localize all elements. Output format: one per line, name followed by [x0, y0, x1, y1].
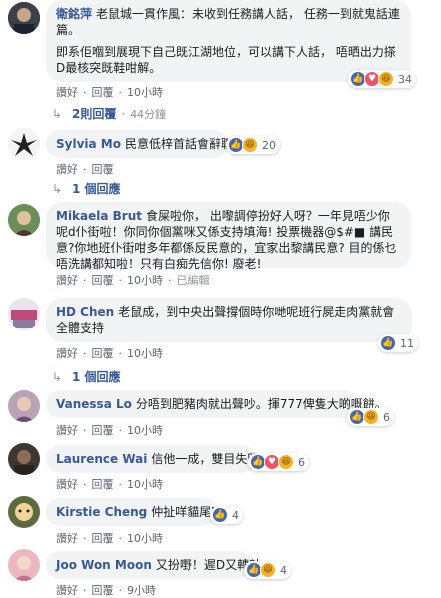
avatar[interactable]: [8, 204, 40, 236]
comment-bubble: HD Chen 老鼠成，到中央出聲撐個時你哋呢班行屍走肉黨就會全體支持: [46, 298, 412, 342]
comment-text: 信他一成，雙目失明: [151, 452, 260, 466]
avatar[interactable]: [8, 298, 40, 330]
commenter-name[interactable]: Sylvia Mo: [56, 137, 121, 151]
reaction-summary[interactable]: 👍 😆 4: [244, 561, 291, 579]
like-reaction-icon: 👍: [212, 507, 228, 523]
view-replies-link[interactable]: ↳ 1 個回應: [52, 180, 121, 197]
avatar[interactable]: [8, 443, 40, 475]
reaction-summary[interactable]: 👍 ♥ 😆 34: [348, 70, 416, 88]
comment-bubble: Joo Won Moon 又扮嘢！遲D又轉軚: [46, 551, 261, 579]
timestamp[interactable]: 10小時: [127, 345, 163, 361]
reply-link[interactable]: 回覆: [92, 161, 114, 177]
haha-reaction-icon: 😆: [378, 71, 394, 87]
like-link[interactable]: 讚好: [56, 272, 78, 288]
reply-link[interactable]: 回覆: [92, 530, 114, 546]
like-link[interactable]: 讚好: [56, 84, 78, 100]
comment-bubble: Mikaela Brut 食屎啦你， 出嚟調停扮好人呀？一年見唔少你呢d仆街啦！你…: [46, 202, 411, 271]
commenter-name[interactable]: Mikaela Brut: [56, 209, 142, 223]
avatar[interactable]: [8, 496, 40, 528]
edited-label: 已編輯: [176, 274, 210, 287]
reply-arrow-icon: ↳: [52, 370, 63, 384]
reaction-summary[interactable]: 👍 11: [378, 334, 418, 352]
timestamp[interactable]: 10小時: [127, 272, 163, 288]
commenter-name[interactable]: Vanessa Lo: [56, 397, 132, 411]
commenter-name[interactable]: HD Chen: [56, 305, 114, 319]
reaction-count: 6: [298, 455, 305, 469]
comment-bubble: Sylvia Mo 民意低梓首話會辭職: [46, 130, 233, 158]
comment-text: 分唔到肥豬肉就出聲吵。揮777俾隻大啲嘅餅。: [135, 397, 387, 411]
reply-link[interactable]: 回覆: [92, 272, 114, 288]
reply-link[interactable]: 回覆: [92, 422, 114, 438]
reply-link[interactable]: 回覆: [92, 345, 114, 361]
comment-text: 老鼠城一貫作風：未收到任務講人話， 任務一到就鬼話連篇。: [56, 7, 400, 37]
replies-count: 1 個回應: [72, 182, 121, 196]
reply-link[interactable]: 回覆: [92, 582, 114, 598]
comment-actions: 讚好 · 回覆: [56, 161, 114, 177]
avatar[interactable]: [8, 390, 40, 422]
timestamp[interactable]: 10小時: [127, 84, 163, 100]
comment-bubble: Kirstie Cheng 仲扯咩貓尾吖: [46, 498, 223, 526]
reaction-summary[interactable]: 👍 4: [210, 506, 243, 524]
reaction-count: 6: [383, 410, 390, 424]
comment-actions: 讚好 · 回覆 · 10小時: [56, 476, 163, 492]
reaction-summary[interactable]: 👍 ♥ 😆 6: [248, 453, 309, 471]
commenter-name[interactable]: Kirstie Cheng: [56, 505, 147, 519]
reaction-summary[interactable]: 👍 😆 20: [226, 136, 280, 154]
reply-link[interactable]: 回覆: [92, 84, 114, 100]
replies-count: 1 個回應: [72, 370, 121, 384]
comment-bubble: Laurence Wai 信他一成，雙目失明: [46, 445, 260, 473]
reaction-count: 4: [232, 508, 239, 522]
haha-reaction-icon: 😆: [260, 562, 276, 578]
haha-reaction-icon: 😆: [242, 137, 258, 153]
comment-actions: 讚好 · 回覆 · 10小時 · 已編輯: [56, 272, 210, 288]
comment-bubble: Vanessa Lo 分唔到肥豬肉就出聲吵。揮777俾隻大啲嘅餅。: [46, 390, 387, 418]
like-link[interactable]: 讚好: [56, 530, 78, 546]
timestamp[interactable]: 9小時: [127, 582, 156, 598]
commenter-name[interactable]: 衛銘萍: [56, 7, 92, 21]
reaction-summary[interactable]: 👍 😆 6: [347, 408, 394, 426]
replies-time: 44分鐘: [130, 108, 167, 121]
comment-actions: 讚好 · 回覆 · 10小時: [56, 530, 163, 546]
comment-text-paragraph: 即系佢嗰到展現下自己既江湖地位，可以講下人話， 唔晒出力搽D最核突既鞋咁解。: [56, 45, 396, 75]
haha-reaction-icon: 😆: [363, 409, 379, 425]
timestamp[interactable]: 10小時: [127, 530, 163, 546]
avatar[interactable]: [8, 549, 40, 581]
avatar[interactable]: [8, 128, 40, 160]
comment-actions: 讚好 · 回覆 · 9小時: [56, 582, 156, 598]
reaction-count: 4: [280, 563, 287, 577]
replies-count: 2則回覆: [72, 107, 117, 121]
reaction-count: 20: [262, 138, 276, 152]
like-link[interactable]: 讚好: [56, 422, 78, 438]
reply-link[interactable]: 回覆: [92, 476, 114, 492]
reply-arrow-icon: ↳: [52, 107, 63, 121]
like-reaction-icon: 👍: [380, 335, 396, 351]
timestamp[interactable]: 10小時: [127, 476, 163, 492]
view-replies-link[interactable]: ↳ 2則回覆 · 44分鐘: [52, 105, 166, 122]
avatar[interactable]: [8, 2, 40, 34]
comment-text: 民意低梓首話會辭職: [124, 137, 233, 151]
view-replies-link[interactable]: ↳ 1 個回應: [52, 368, 121, 385]
commenter-name[interactable]: Laurence Wai: [56, 452, 147, 466]
comment-actions: 讚好 · 回覆 · 10小時: [56, 84, 163, 100]
reply-arrow-icon: ↳: [52, 182, 63, 196]
commenter-name[interactable]: Joo Won Moon: [56, 558, 152, 572]
comment-actions: 讚好 · 回覆 · 10小時: [56, 422, 163, 438]
timestamp[interactable]: 10小時: [127, 422, 163, 438]
haha-reaction-icon: 😆: [278, 454, 294, 470]
like-link[interactable]: 讚好: [56, 476, 78, 492]
reaction-count: 34: [398, 72, 412, 86]
like-link[interactable]: 讚好: [56, 161, 78, 177]
like-link[interactable]: 讚好: [56, 345, 78, 361]
reaction-count: 11: [400, 336, 414, 350]
like-link[interactable]: 讚好: [56, 582, 78, 598]
comment-actions: 讚好 · 回覆 · 10小時: [56, 345, 163, 361]
